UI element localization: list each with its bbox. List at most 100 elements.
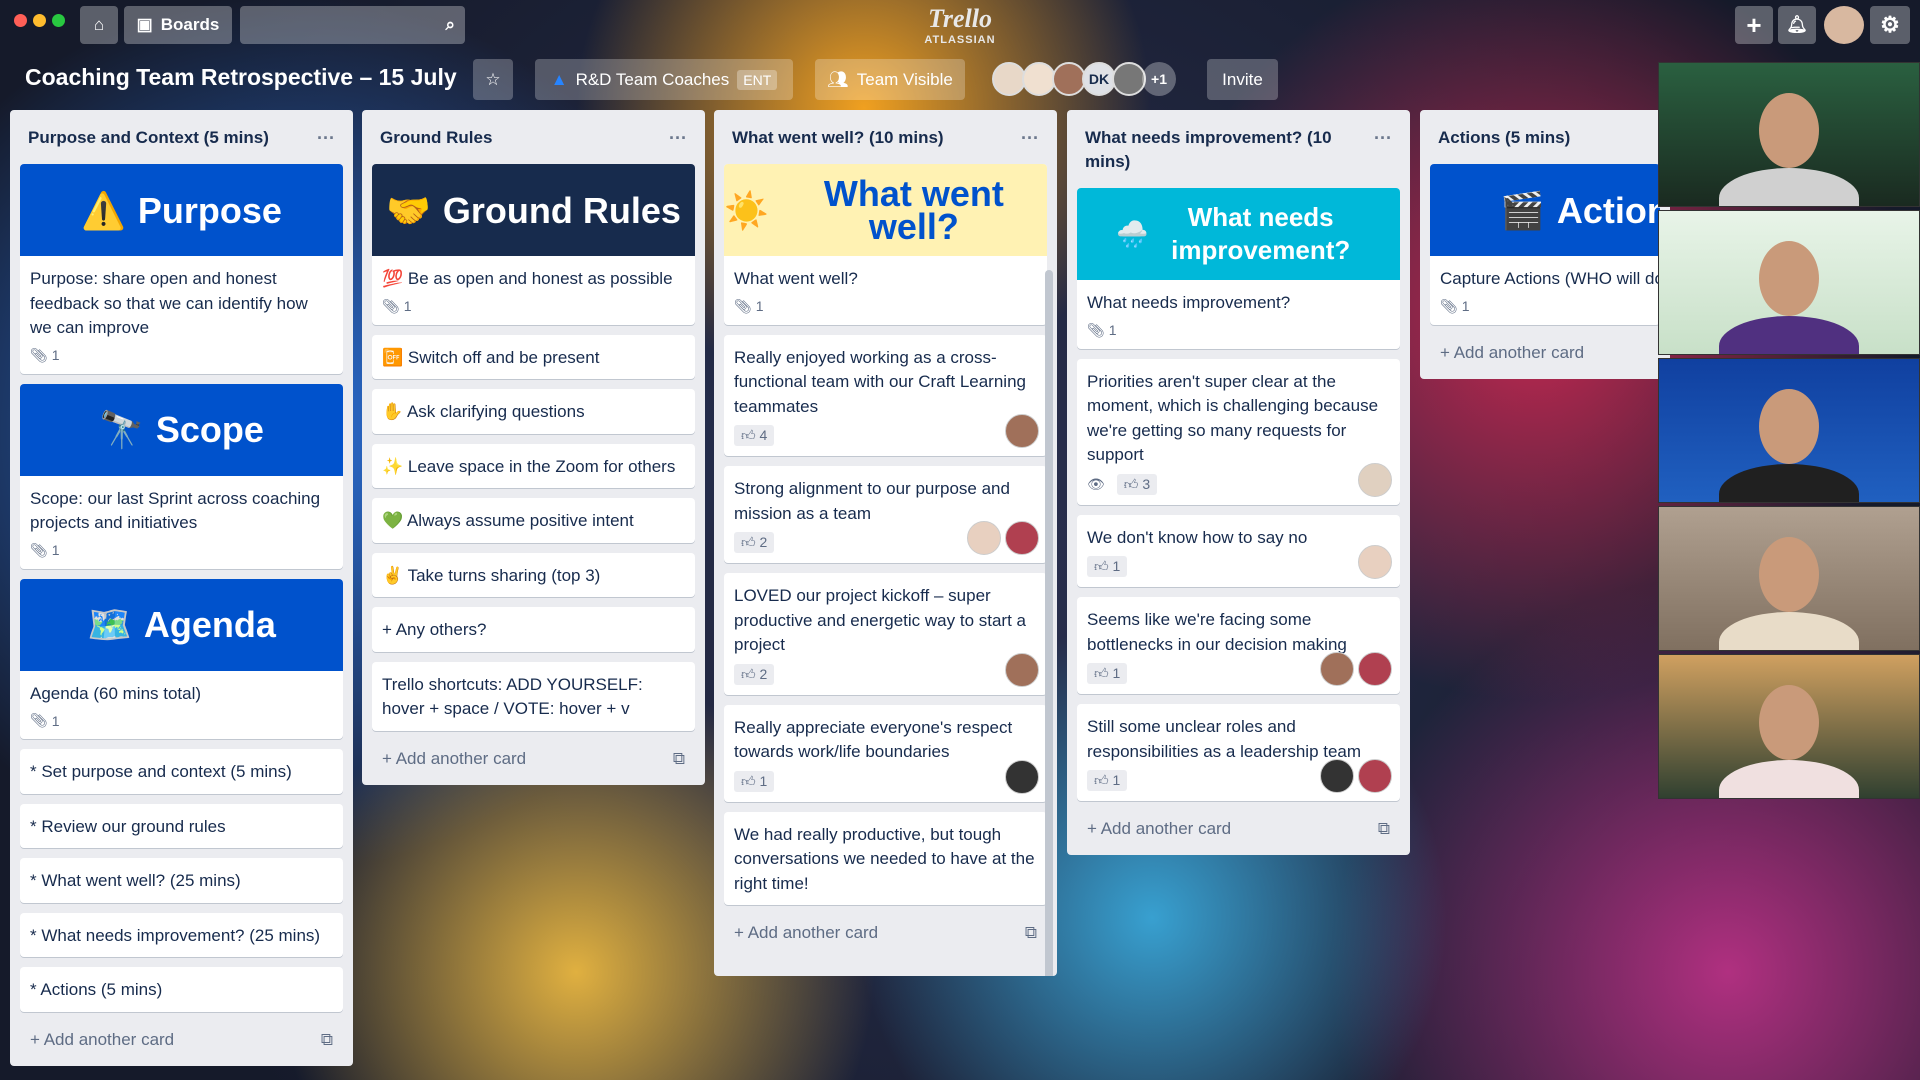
template-icon[interactable]: ⧉ xyxy=(673,749,685,769)
card-cover: ☀️ What went well? xyxy=(724,164,1047,256)
card[interactable]: ✌️ Take turns sharing (top 3) xyxy=(372,552,695,597)
add-card-button[interactable]: + Add another card ⧉ xyxy=(20,1022,343,1058)
member-avatar[interactable] xyxy=(1022,62,1056,96)
card-members xyxy=(1005,414,1039,448)
card[interactable]: ✋ Ask clarifying questions xyxy=(372,389,695,434)
card[interactable]: We had really productive, but tough conv… xyxy=(724,811,1047,905)
card[interactable]: 💚 Always assume positive intent xyxy=(372,498,695,543)
create-button[interactable]: + xyxy=(1735,6,1773,44)
vote-badge[interactable]: 👍︎ 1 xyxy=(734,770,775,792)
team-button[interactable]: ▲ R&D Team Coaches ENT xyxy=(535,59,793,100)
card[interactable]: * Actions (5 mins) xyxy=(20,967,343,1012)
invite-button[interactable]: Invite xyxy=(1207,59,1278,100)
list-title[interactable]: Ground Rules xyxy=(380,126,492,150)
card[interactable]: * What needs improvement? (25 mins) xyxy=(20,912,343,957)
card-title: Capture Actions (WHO will do WHEN) xyxy=(1440,269,1660,288)
list-title[interactable]: What needs improvement? (10 mins) xyxy=(1085,126,1374,174)
card[interactable]: * Set purpose and context (5 mins) xyxy=(20,749,343,794)
add-card-button[interactable]: + Add another card ⧉ xyxy=(1077,811,1400,847)
cover-emoji-icon: 🎬 xyxy=(1500,189,1545,231)
list-menu-button[interactable]: ··· xyxy=(1021,126,1039,150)
member-avatar[interactable] xyxy=(992,62,1026,96)
vote-badge[interactable]: 👍︎ 2 xyxy=(734,532,775,553)
list-title[interactable]: Purpose and Context (5 mins) xyxy=(28,126,269,150)
card[interactable]: Really enjoyed working as a cross-functi… xyxy=(724,334,1047,456)
close-window-button[interactable] xyxy=(14,14,27,27)
template-icon[interactable]: ⧉ xyxy=(321,1030,333,1050)
card[interactable]: * Review our ground rules xyxy=(20,803,343,848)
card[interactable]: ⚠️ Purpose Purpose: share open and honest … xyxy=(20,164,343,374)
settings-button[interactable]: ⚙ xyxy=(1870,6,1910,44)
template-icon[interactable]: ⧉ xyxy=(1378,819,1390,839)
card[interactable]: Really appreciate everyone's respect tow… xyxy=(724,704,1047,802)
vote-badge[interactable]: 👍︎ 2 xyxy=(734,663,775,685)
card[interactable]: Seems like we're facing some bottlenecks… xyxy=(1077,597,1400,694)
search-input[interactable]: ⌕ xyxy=(240,6,465,44)
more-members[interactable]: +1 xyxy=(1142,62,1176,96)
member-avatar[interactable] xyxy=(1052,62,1086,96)
add-card-button[interactable]: + Add another card ⧉ xyxy=(372,741,695,777)
member-avatar[interactable] xyxy=(1320,759,1354,793)
member-avatar[interactable] xyxy=(1005,759,1039,794)
home-button[interactable]: ⌂ xyxy=(80,6,118,44)
card[interactable]: ☀️ What went well? What went well? 📎︎ 1 xyxy=(724,164,1047,325)
boards-button[interactable]: ▣ Boards xyxy=(124,6,232,44)
card[interactable]: Priorities aren't super clear at the mom… xyxy=(1077,358,1400,505)
card[interactable]: Strong alignment to our purpose and miss… xyxy=(724,466,1047,563)
card[interactable]: 🌧️ What needs improvement? What needs impr… xyxy=(1077,188,1400,349)
member-avatar[interactable] xyxy=(1112,62,1146,96)
card[interactable]: LOVED our project kickoff – super produc… xyxy=(724,573,1047,695)
card[interactable]: Trello shortcuts: ADD YOURSELF: hover + … xyxy=(372,661,695,731)
list-scrollbar[interactable] xyxy=(1045,270,1053,976)
add-card-button[interactable]: + Add another card xyxy=(1430,335,1660,371)
template-icon[interactable]: ⧉ xyxy=(1025,923,1037,943)
vote-badge[interactable]: 👍︎ 3 xyxy=(1116,473,1158,495)
card[interactable]: 📴 Switch off and be present xyxy=(372,334,695,379)
vote-badge[interactable]: 👍︎ 4 xyxy=(734,425,775,446)
card[interactable]: ✨ Leave space in the Zoom for others xyxy=(372,443,695,488)
card[interactable]: 🗺️ Agenda Agenda (60 mins total) 📎︎ 1 xyxy=(20,578,343,739)
minimize-window-button[interactable] xyxy=(33,14,46,27)
member-avatar[interactable] xyxy=(1005,521,1039,555)
member-avatar[interactable] xyxy=(967,521,1001,555)
member-avatar[interactable] xyxy=(1320,652,1354,686)
team-icon: 👥︎ xyxy=(827,69,849,89)
card-cover: 🎬 Actions xyxy=(1430,164,1660,256)
visibility-button[interactable]: 👥︎ Team Visible xyxy=(815,59,965,100)
list-header: Actions (5 mins) xyxy=(1430,110,1660,164)
notifications-button[interactable]: 🔔︎ xyxy=(1778,6,1816,44)
list-title[interactable]: Actions (5 mins) xyxy=(1438,126,1570,150)
board-title[interactable]: Coaching Team Retrospective – 15 July xyxy=(25,64,457,91)
card-title: Trello shortcuts: ADD YOURSELF: hover + … xyxy=(382,674,643,719)
list-menu-button[interactable]: ··· xyxy=(669,126,687,150)
vote-badge[interactable]: 👍︎ 1 xyxy=(1087,770,1128,791)
vote-badge[interactable]: 👍︎ 1 xyxy=(1087,663,1128,684)
member-avatar[interactable]: DK xyxy=(1082,62,1116,96)
add-card-button[interactable]: + Add another card ⧉ xyxy=(724,915,1047,951)
list-title[interactable]: What went well? (10 mins) xyxy=(732,126,944,150)
attachment-count: 1 xyxy=(51,347,60,363)
member-avatar[interactable] xyxy=(1358,545,1392,579)
user-avatar[interactable] xyxy=(1824,6,1864,44)
card[interactable]: * What went well? (25 mins) xyxy=(20,858,343,903)
list-menu-button[interactable]: ··· xyxy=(1374,126,1392,174)
trello-logo[interactable]: Trello ATLASSIAN xyxy=(915,4,1005,46)
member-avatar[interactable] xyxy=(1358,462,1392,497)
card[interactable]: 🔭 Scope Scope: our last Sprint across coac… xyxy=(20,383,343,569)
member-avatar[interactable] xyxy=(1005,652,1039,687)
team-badge: ENT xyxy=(737,69,778,90)
vote-badge[interactable]: 👍︎ 1 xyxy=(1087,556,1128,577)
star-button[interactable]: ☆ xyxy=(473,59,513,100)
member-avatar[interactable] xyxy=(1358,759,1392,793)
list-menu-button[interactable]: ··· xyxy=(317,126,335,150)
card[interactable]: Still some unclear roles and responsibil… xyxy=(1077,704,1400,801)
card[interactable]: 🤝 Ground Rules 💯 Be as open and honest as … xyxy=(372,164,695,325)
card[interactable]: 🎬 Actions Capture Actions (WHO will do WHE… xyxy=(1430,164,1660,325)
maximize-window-button[interactable] xyxy=(52,14,65,27)
card[interactable]: + Any others? xyxy=(372,607,695,652)
participant-body xyxy=(1719,464,1859,502)
member-avatar[interactable] xyxy=(1005,414,1039,448)
member-avatar[interactable] xyxy=(1358,652,1392,686)
plus-icon: + xyxy=(1440,342,1454,362)
card[interactable]: We don't know how to say no 👍︎ 1 xyxy=(1077,514,1400,587)
